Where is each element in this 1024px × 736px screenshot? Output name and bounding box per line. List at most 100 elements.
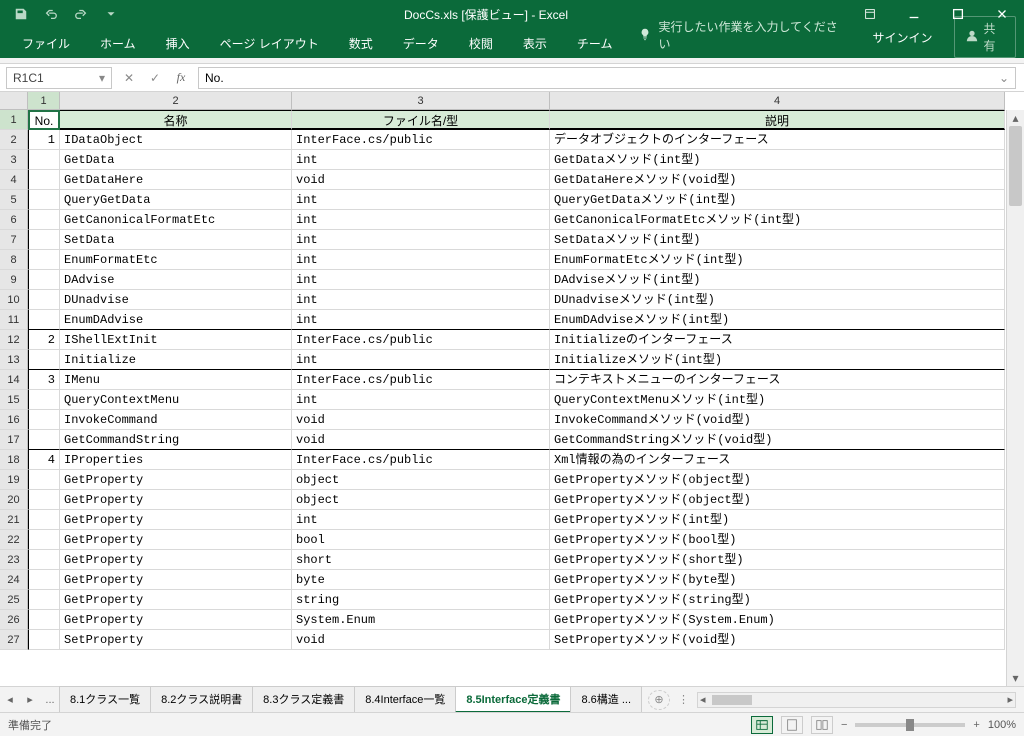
sheet-tab[interactable]: 8.1クラス一覧 [59,686,151,713]
row-header[interactable]: 20 [0,490,28,510]
data-cell[interactable]: GetPropertyメソッド(string型) [550,590,1005,610]
data-cell[interactable]: bool [292,530,550,550]
data-cell[interactable]: Initializeのインターフェース [550,330,1005,350]
data-cell[interactable]: GetData [60,150,292,170]
data-cell[interactable]: EnumFormatEtcメソッド(int型) [550,250,1005,270]
data-cell[interactable] [28,550,60,570]
row-header[interactable]: 16 [0,410,28,430]
data-cell[interactable]: GetPropertyメソッド(short型) [550,550,1005,570]
data-cell[interactable] [28,570,60,590]
data-cell[interactable]: int [292,250,550,270]
data-cell[interactable] [28,390,60,410]
data-cell[interactable] [28,530,60,550]
data-cell[interactable]: GetCommandStringメソッド(void型) [550,430,1005,450]
row-header[interactable]: 17 [0,430,28,450]
tab-insert[interactable]: 挿入 [152,29,204,58]
data-cell[interactable]: GetCommandString [60,430,292,450]
data-cell[interactable]: DAdviseメソッド(int型) [550,270,1005,290]
header-cell[interactable]: No. [28,110,60,130]
row-header[interactable]: 2 [0,130,28,150]
tab-view[interactable]: 表示 [509,29,561,58]
data-cell[interactable] [28,470,60,490]
data-cell[interactable]: GetPropertyメソッド(System.Enum) [550,610,1005,630]
row-header[interactable]: 5 [0,190,28,210]
sheet-split-icon[interactable]: ⋮ [678,693,689,706]
undo-icon[interactable] [38,3,64,25]
select-all-corner[interactable] [0,92,28,110]
data-cell[interactable]: InterFace.cs/public [292,330,550,350]
data-cell[interactable]: GetPropertyメソッド(bool型) [550,530,1005,550]
data-cell[interactable]: QueryContextMenu [60,390,292,410]
data-cell[interactable] [28,430,60,450]
data-cell[interactable]: InterFace.cs/public [292,450,550,470]
row-header[interactable]: 12 [0,330,28,350]
data-cell[interactable]: GetDataHere [60,170,292,190]
data-cell[interactable]: GetProperty [60,470,292,490]
data-cell[interactable]: 3 [28,370,60,390]
row-header[interactable]: 19 [0,470,28,490]
data-cell[interactable] [28,610,60,630]
row-header[interactable]: 22 [0,530,28,550]
row-header[interactable]: 24 [0,570,28,590]
data-cell[interactable]: IShellExtInit [60,330,292,350]
data-cell[interactable]: データオブジェクトのインターフェース [550,130,1005,150]
row-header[interactable]: 11 [0,310,28,330]
data-cell[interactable]: Xml情報の為のインターフェース [550,450,1005,470]
data-cell[interactable] [28,590,60,610]
sheet-tab[interactable]: 8.6構造 ... [570,686,642,713]
horizontal-scrollbar[interactable]: ◂ ▸ [697,692,1016,708]
data-cell[interactable]: 2 [28,330,60,350]
data-cell[interactable]: object [292,470,550,490]
hscroll-left-icon[interactable]: ◂ [700,693,706,706]
data-cell[interactable]: int [292,150,550,170]
data-cell[interactable] [28,170,60,190]
data-cell[interactable]: IMenu [60,370,292,390]
vscroll-thumb[interactable] [1009,126,1022,206]
row-header[interactable]: 4 [0,170,28,190]
column-header[interactable]: 3 [292,92,550,110]
data-cell[interactable]: コンテキストメニューのインターフェース [550,370,1005,390]
row-header[interactable]: 13 [0,350,28,370]
header-cell[interactable]: 説明 [550,110,1005,130]
scroll-down-icon[interactable]: ▾ [1007,670,1024,686]
tab-data[interactable]: データ [389,29,453,58]
data-cell[interactable]: IProperties [60,450,292,470]
tell-me-search[interactable]: 実行したい作業を入力してください [628,12,856,58]
data-cell[interactable]: EnumDAdvise [60,310,292,330]
row-header[interactable]: 15 [0,390,28,410]
data-cell[interactable]: GetProperty [60,510,292,530]
signin-link[interactable]: サインイン [858,23,946,52]
data-cell[interactable]: GetProperty [60,490,292,510]
data-cell[interactable]: EnumFormatEtc [60,250,292,270]
data-cell[interactable]: int [292,310,550,330]
column-header[interactable]: 1 [28,92,60,110]
sheet-nav-prev-icon[interactable]: ◂ [0,690,20,710]
data-cell[interactable]: SetPropertyメソッド(void型) [550,630,1005,650]
data-cell[interactable]: System.Enum [292,610,550,630]
row-header[interactable]: 6 [0,210,28,230]
row-header[interactable]: 25 [0,590,28,610]
data-cell[interactable]: InterFace.cs/public [292,370,550,390]
expand-formula-icon[interactable]: ⌄ [999,71,1009,85]
qat-customize-icon[interactable] [98,3,124,25]
hscroll-right-icon[interactable]: ▸ [1007,693,1013,706]
data-cell[interactable]: GetProperty [60,590,292,610]
data-cell[interactable] [28,490,60,510]
row-header[interactable]: 10 [0,290,28,310]
data-cell[interactable] [28,190,60,210]
data-cell[interactable]: int [292,290,550,310]
data-cell[interactable]: InvokeCommandメソッド(void型) [550,410,1005,430]
view-pagelayout-icon[interactable] [781,716,803,734]
cells-area[interactable]: No.名称ファイル名/型説明1IDataObjectInterFace.cs/p… [28,110,1006,686]
tab-layout[interactable]: ページ レイアウト [206,29,333,58]
share-button[interactable]: 共有 [954,16,1016,58]
data-cell[interactable]: void [292,430,550,450]
row-header[interactable]: 23 [0,550,28,570]
row-header[interactable]: 1 [0,110,28,130]
data-cell[interactable]: Initializeメソッド(int型) [550,350,1005,370]
data-cell[interactable]: void [292,630,550,650]
save-icon[interactable] [8,3,34,25]
data-cell[interactable]: string [292,590,550,610]
column-header[interactable]: 4 [550,92,1005,110]
row-header[interactable]: 21 [0,510,28,530]
